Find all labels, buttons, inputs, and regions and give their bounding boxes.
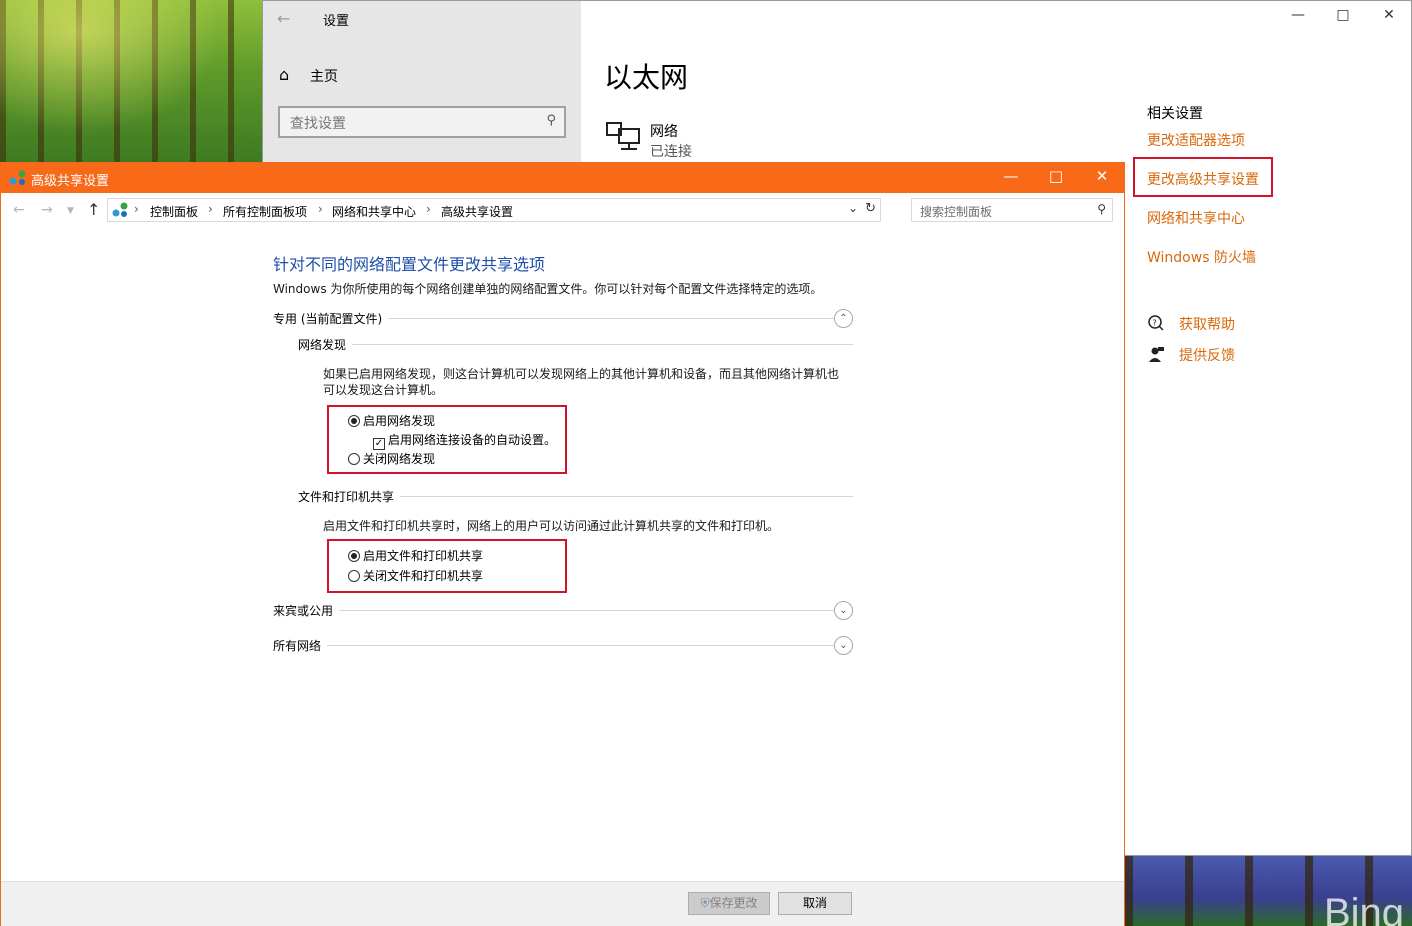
cancel-button[interactable]: 取消 [778,892,852,915]
recent-dropdown-icon[interactable]: ▼ [67,206,74,216]
sharing-options-content: 针对不同的网络配置文件更改共享选项 Windows 为你所使用的每个网络创建单独… [1,227,1124,881]
chevron-up-icon[interactable]: ⌃ [834,309,853,328]
network-discovery-title: 网络发现 [298,336,353,353]
settings-search-placeholder: 查找设置 [290,116,346,132]
feedback-person-icon [1149,347,1164,362]
chevron-right-icon: › [134,202,139,216]
radio-sharing-off[interactable]: 关闭文件和打印机共享 [348,567,483,584]
chevron-right-icon: › [426,202,431,216]
radio-label: 关闭网络发现 [363,452,436,466]
search-icon: ⚲ [1097,202,1106,216]
back-arrow-icon[interactable]: ← [13,202,25,218]
radio-discovery-off[interactable]: 关闭网络发现 [348,450,435,467]
wallpaper-watermark: Bing [1323,891,1404,926]
link-network-sharing-center[interactable]: 网络和共享中心 [1147,208,1245,228]
page-description: Windows 为你所使用的每个网络创建单独的网络配置文件。你可以针对每个配置文… [273,282,823,296]
radio-label: 启用网络发现 [363,414,436,428]
window-title: 高级共享设置 [31,174,110,189]
network-status: 已连接 [650,144,692,160]
checkbox-checked-icon: ✓ [373,438,385,450]
file-sharing-text: 启用文件和打印机共享时，网络上的用户可以访问通过此计算机共享的文件和打印机。 [323,519,780,533]
up-arrow-icon[interactable]: ↑ [87,200,100,219]
minimize-icon[interactable]: — [1284,7,1312,27]
breadcrumb-control-panel[interactable]: 控制面板 [150,203,198,220]
maximize-icon[interactable]: □ [1329,7,1357,27]
breadcrumb-all-items[interactable]: 所有控制面板项 [223,203,307,220]
page-heading: 针对不同的网络配置文件更改共享选项 [273,255,546,274]
file-sharing-title: 文件和打印机共享 [298,488,401,505]
radio-selected-icon [348,415,360,427]
title-bar[interactable]: 高级共享设置 — □ ✕ [1,163,1124,193]
chevron-down-icon[interactable]: ⌄ [834,636,853,655]
maximize-icon[interactable]: □ [1041,167,1071,189]
highlight-box-advanced-sharing [1133,157,1273,197]
settings-search-input[interactable]: 查找设置 ⚲ [278,106,566,138]
page-title: 以太网 [604,61,689,94]
desktop-wallpaper [0,0,262,162]
divider [273,645,835,646]
address-bar-row: ← → ▼ ↑ › 控制面板 › 所有控制面板项 › 网络和共享中心 › 高级共… [1,193,1124,227]
home-icon: ⌂ [279,65,290,84]
chevron-down-icon[interactable]: ⌄ [848,201,858,215]
save-label: 保存更改 [709,896,758,910]
address-bar[interactable]: › 控制面板 › 所有控制面板项 › 网络和共享中心 › 高级共享设置 ⌄ ↻ [107,198,881,222]
breadcrumb-advanced-sharing[interactable]: 高级共享设置 [441,203,513,220]
radio-unselected-icon [348,453,360,465]
advanced-sharing-window: 高级共享设置 — □ ✕ ← → ▼ ↑ › 控制面板 › 所有控制面板项 › … [0,162,1125,926]
settings-title: 设置 [323,14,350,29]
close-icon[interactable]: ✕ [1087,167,1117,189]
forward-arrow-icon[interactable]: → [41,202,53,218]
related-settings-title: 相关设置 [1147,106,1203,122]
checkbox-label: 启用网络连接设备的自动设置。 [388,433,557,447]
link-adapter-options[interactable]: 更改适配器选项 [1147,130,1245,150]
svg-text:?: ? [1153,319,1157,328]
ethernet-icon [606,122,640,150]
chevron-down-icon[interactable]: ⌄ [834,601,853,620]
radio-sharing-on[interactable]: 启用文件和打印机共享 [348,547,483,564]
network-name[interactable]: 网络 [650,121,678,141]
chevron-right-icon: › [318,202,323,216]
button-bar: ⛨保存更改 取消 [1,881,1124,926]
profile-private-header[interactable]: 专用 (当前配置文件) [273,310,389,327]
save-button[interactable]: ⛨保存更改 [688,892,770,915]
divider [273,610,835,611]
search-placeholder: 搜索控制面板 [920,205,993,219]
profile-all-header[interactable]: 所有网络 [273,637,328,654]
divider [298,344,853,345]
help-chat-icon: ? [1148,315,1164,331]
radio-discovery-on[interactable]: 启用网络发现 [348,412,435,429]
close-icon[interactable]: ✕ [1375,7,1403,27]
network-discovery-text: 如果已启用网络发现，则这台计算机可以发现网络上的其他计算机和设备，而且其他网络计… [323,367,840,397]
link-give-feedback[interactable]: 提供反馈 [1179,345,1235,365]
network-center-icon [112,202,128,217]
home-link[interactable]: 主页 [310,66,338,86]
radio-label: 关闭文件和打印机共享 [363,569,484,583]
link-get-help[interactable]: 获取帮助 [1179,314,1235,334]
profile-guest-header[interactable]: 来宾或公用 [273,602,340,619]
chevron-right-icon: › [208,202,213,216]
search-icon: ⚲ [546,113,556,128]
breadcrumb-sharing-center[interactable]: 网络和共享中心 [332,203,416,220]
radio-label: 启用文件和打印机共享 [363,549,484,563]
radio-selected-icon [348,550,360,562]
checkbox-auto-setup[interactable]: ✓ 启用网络连接设备的自动设置。 [373,431,556,450]
control-panel-search-input[interactable]: 搜索控制面板 ⚲ [911,198,1113,222]
network-center-icon [9,170,26,185]
minimize-icon[interactable]: — [996,167,1026,189]
shield-icon: ⛨ [700,896,710,910]
link-windows-firewall[interactable]: Windows 防火墙 [1147,247,1256,267]
back-arrow-icon[interactable]: ← [277,9,297,28]
radio-unselected-icon [348,570,360,582]
desktop-wallpaper-bottom: Bing [1125,856,1412,926]
refresh-icon[interactable]: ↻ [865,201,876,216]
